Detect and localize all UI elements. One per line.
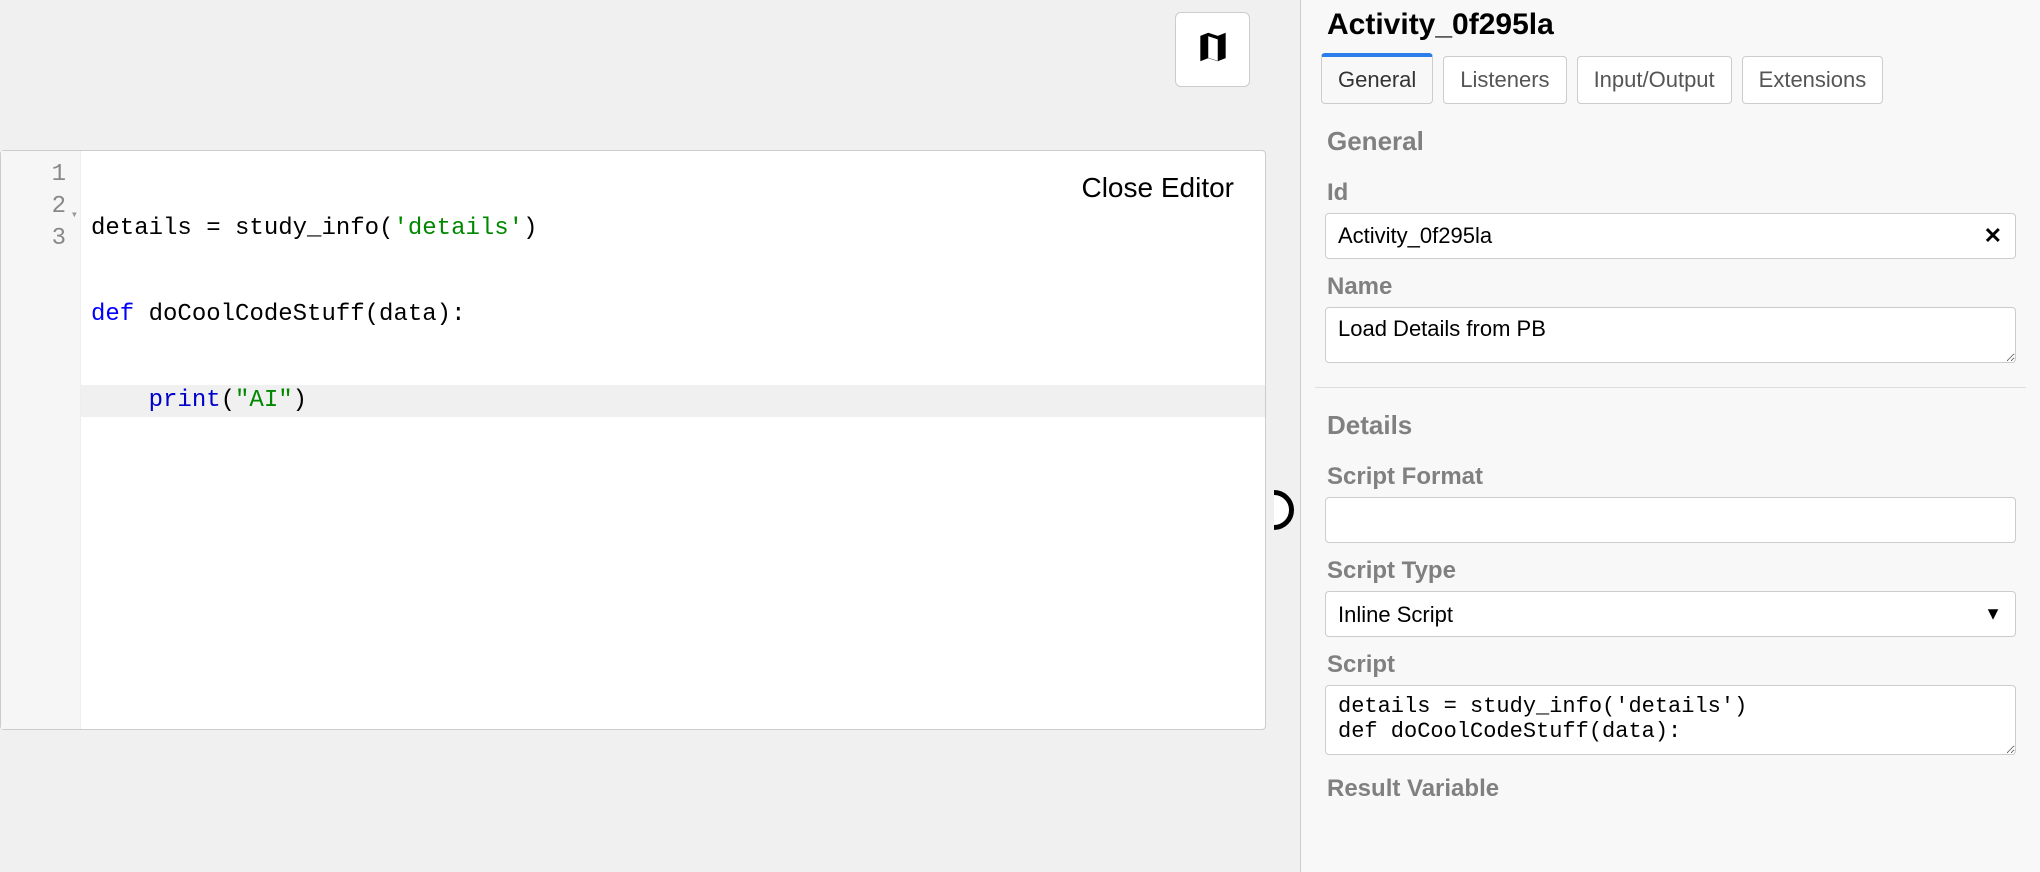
name-input[interactable]: Load Details from PB	[1325, 307, 2016, 363]
element-title: Activity_0f295la	[1315, 0, 2026, 56]
code-line[interactable]: print("AI")	[81, 385, 1265, 417]
code-line[interactable]: def doCoolCodeStuff(data):	[81, 299, 1265, 331]
script-format-label: Script Format	[1315, 449, 2026, 497]
script-format-input[interactable]	[1325, 497, 2016, 543]
tab-input-output[interactable]: Input/Output	[1577, 56, 1732, 104]
code-line[interactable]: details = study_info('details')	[81, 213, 1265, 245]
properties-tabs: General Listeners Input/Output Extension…	[1315, 56, 2026, 104]
section-header-details: Details	[1315, 388, 2026, 449]
id-input[interactable]	[1325, 213, 2016, 259]
map-icon	[1194, 28, 1232, 72]
close-editor-button[interactable]: Close Editor	[1075, 170, 1240, 206]
script-type-label: Script Type	[1315, 543, 2026, 591]
script-type-select[interactable]: Inline Script	[1325, 591, 2016, 637]
name-label: Name	[1315, 259, 2026, 307]
tab-general[interactable]: General	[1321, 53, 1433, 104]
tab-extensions[interactable]: Extensions	[1742, 56, 1884, 104]
code-area[interactable]: details = study_info('details') def doCo…	[81, 151, 1265, 729]
script-label: Script	[1315, 637, 2026, 685]
minimap-toggle-button[interactable]	[1175, 12, 1250, 87]
line-number: 1	[1, 159, 80, 191]
code-editor[interactable]: 1 2▾ 3 details = study_info('details') d…	[0, 150, 1266, 730]
result-variable-label: Result Variable	[1315, 761, 2026, 803]
id-label: Id	[1315, 165, 2026, 213]
script-textarea[interactable]: details = study_info('details') def doCo…	[1325, 685, 2016, 755]
line-number: 3	[1, 223, 80, 255]
section-header-general: General	[1315, 104, 2026, 165]
line-number-gutter: 1 2▾ 3	[1, 151, 81, 729]
tab-listeners[interactable]: Listeners	[1443, 56, 1566, 104]
properties-panel: Activity_0f295la General Listeners Input…	[1300, 0, 2040, 872]
clear-id-icon[interactable]: ✕	[1984, 223, 2002, 249]
editor-pane: 1 2▾ 3 details = study_info('details') d…	[0, 0, 1300, 872]
line-number: 2▾	[1, 191, 80, 223]
